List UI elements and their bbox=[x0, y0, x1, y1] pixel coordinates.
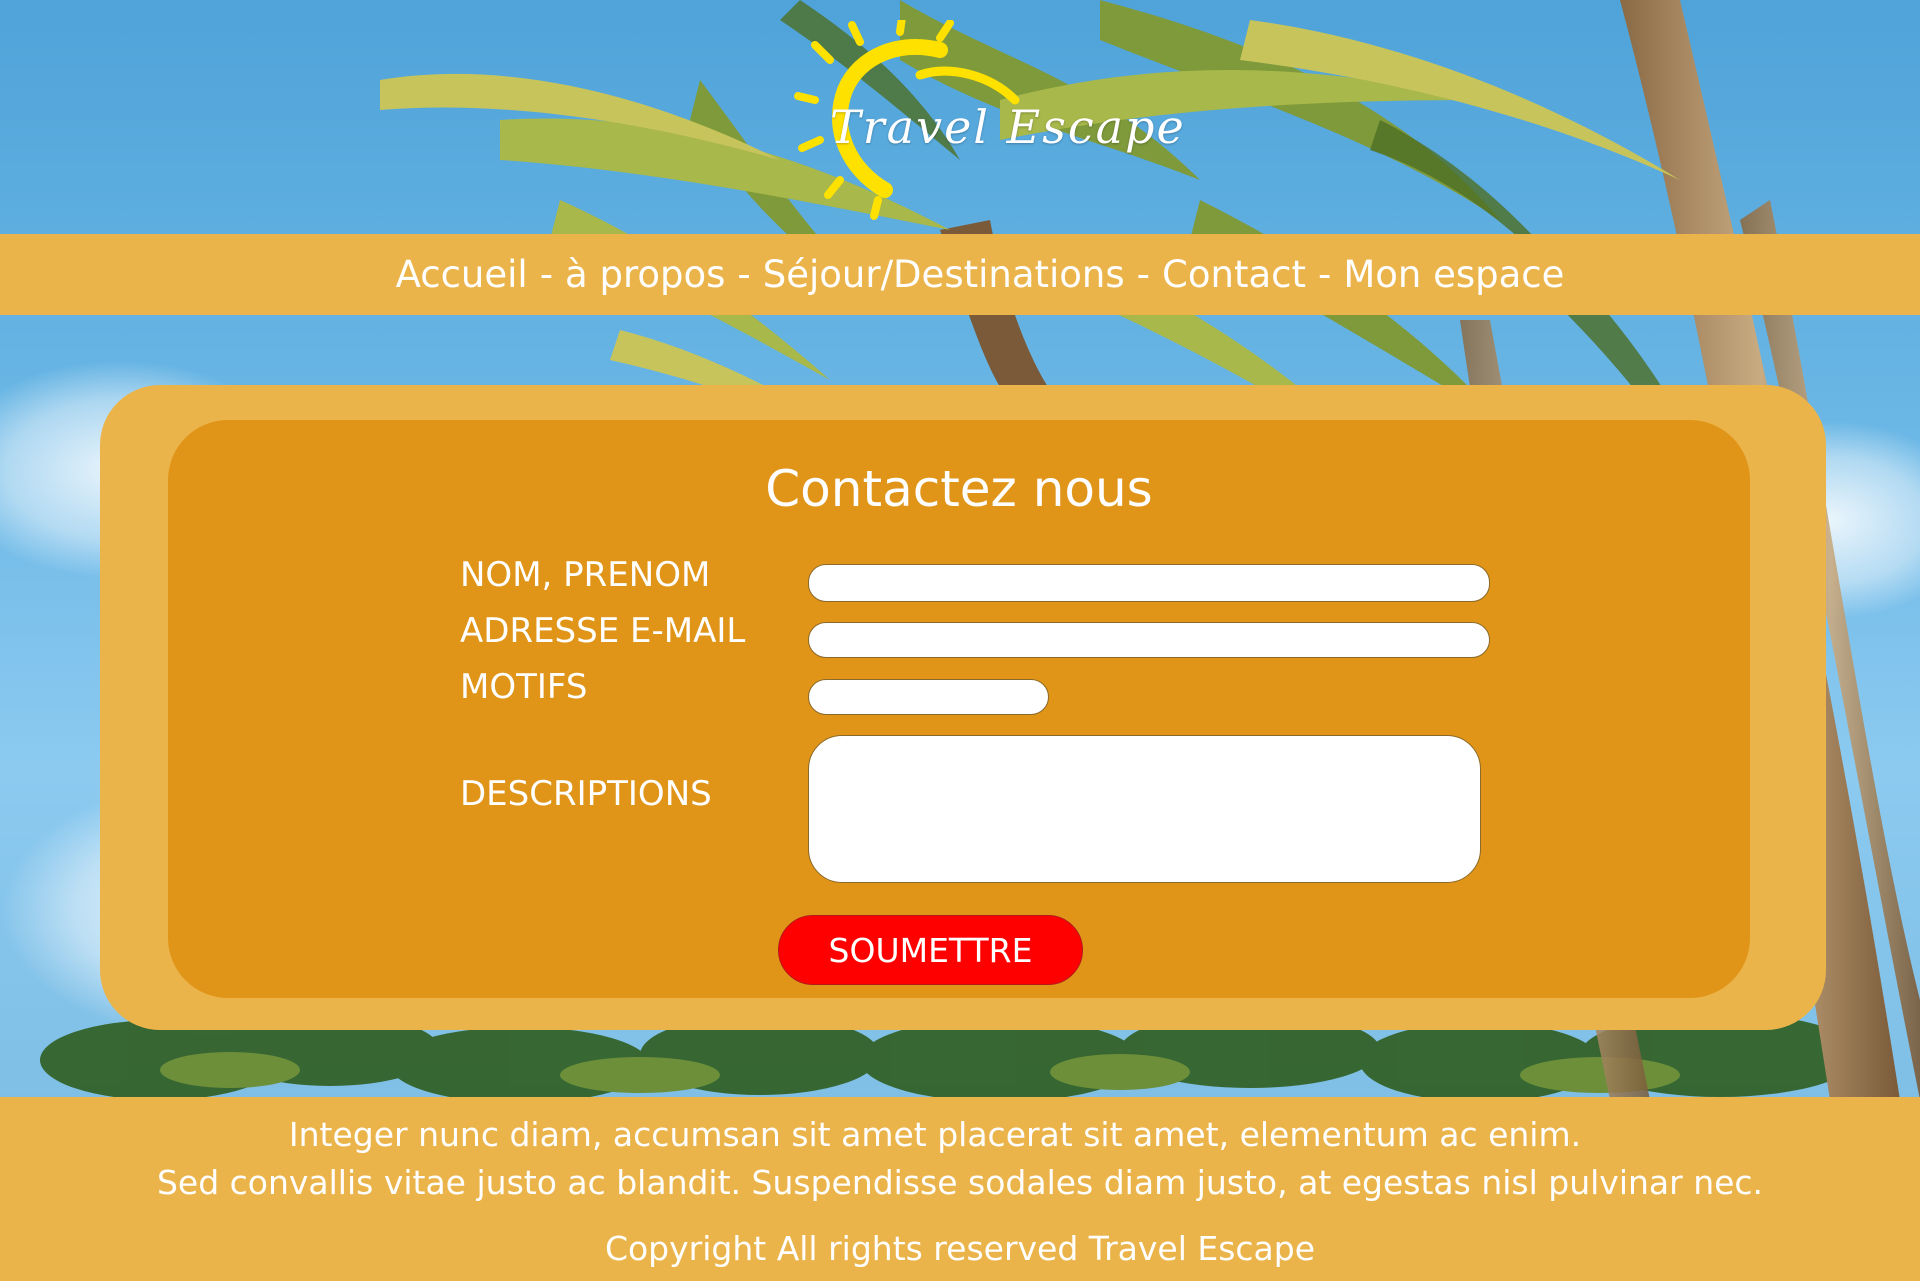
nav-link-accueil[interactable]: Accueil bbox=[396, 253, 528, 296]
name-input[interactable] bbox=[808, 564, 1490, 602]
nav-separator: - bbox=[539, 253, 554, 296]
email-input[interactable] bbox=[808, 622, 1490, 658]
reason-label: MOTIFS bbox=[460, 667, 588, 707]
reason-input[interactable] bbox=[808, 679, 1049, 715]
footer-text-line-1: Integer nunc diam, accumsan sit amet pla… bbox=[288, 1115, 1582, 1154]
contact-title: Contactez nous bbox=[765, 460, 1153, 518]
footer-copyright: Copyright All rights reserved Travel Esc… bbox=[604, 1229, 1316, 1268]
nav-separator: - bbox=[1136, 253, 1151, 296]
nav-link-sejour-destinations[interactable]: Séjour/Destinations bbox=[763, 253, 1125, 296]
description-label: DESCRIPTIONS bbox=[460, 774, 712, 814]
nav-link-contact[interactable]: Contact bbox=[1162, 253, 1306, 296]
contact-form: Contactez nous NOM, PRENOM ADRESSE E-MAI… bbox=[168, 420, 1750, 998]
name-label: NOM, PRENOM bbox=[460, 555, 711, 595]
nav-separator: - bbox=[1317, 253, 1332, 296]
logo[interactable]: Travel Escape bbox=[790, 20, 1184, 220]
contact-panel-outer: Contactez nous NOM, PRENOM ADRESSE E-MAI… bbox=[100, 385, 1826, 1030]
logo-text: Travel Escape bbox=[830, 100, 1186, 154]
description-textarea[interactable] bbox=[808, 735, 1481, 883]
nav-links: Accueil - à propos - Séjour/Destinations… bbox=[396, 253, 1565, 296]
nav-separator: - bbox=[737, 253, 751, 296]
main-nav: Accueil - à propos - Séjour/Destinations… bbox=[0, 234, 1920, 315]
email-label: ADRESSE E-MAIL bbox=[460, 611, 746, 651]
nav-link-a-propos[interactable]: à propos bbox=[565, 253, 725, 296]
page: Travel Escape Accueil - à propos - Séjou… bbox=[0, 0, 1920, 1281]
submit-button[interactable]: SOUMETTRE bbox=[778, 915, 1083, 985]
footer-text-line-2: Sed convallis vitae justo ac blandit. Su… bbox=[156, 1163, 1764, 1202]
footer: Integer nunc diam, accumsan sit amet pla… bbox=[0, 1097, 1920, 1281]
nav-link-mon-espace[interactable]: Mon espace bbox=[1343, 253, 1564, 296]
